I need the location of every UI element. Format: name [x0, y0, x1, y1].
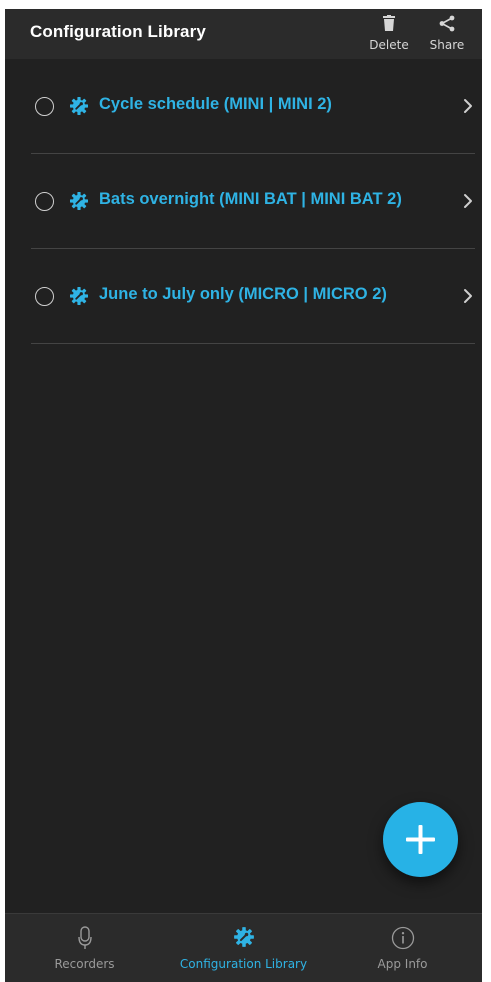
configuration-row[interactable]: June to July only (MICRO | MICRO 2): [5, 249, 482, 344]
config-gear-icon: [233, 927, 254, 947]
chevron-right-icon: [464, 99, 472, 113]
plus-icon: [406, 825, 435, 854]
chevron-right-icon: [464, 289, 472, 303]
nav-label-recorders: Recorders: [54, 957, 115, 971]
nav-item-recorders[interactable]: Recorders: [5, 914, 164, 982]
page-title: Configuration Library: [30, 22, 206, 41]
share-button[interactable]: Share: [423, 13, 471, 57]
nav-label-app-info: App Info: [377, 957, 428, 971]
share-icon: [439, 15, 455, 32]
select-radio[interactable]: [35, 192, 54, 211]
config-gear-icon: [70, 97, 88, 115]
config-gear-icon: [70, 192, 88, 210]
trash-icon: [383, 15, 395, 31]
microphone-icon: [77, 926, 92, 949]
select-radio[interactable]: [35, 97, 54, 116]
configuration-title: Bats overnight (MINI BAT | MINI BAT 2): [99, 190, 402, 208]
bottom-navigation: Recorders Configuration Library App Info: [5, 913, 482, 982]
app-screen: Configuration Library Delete Share Cycle…: [5, 9, 482, 982]
configuration-title: June to July only (MICRO | MICRO 2): [99, 285, 387, 303]
row-divider: [31, 343, 475, 344]
configuration-row[interactable]: Bats overnight (MINI BAT | MINI BAT 2): [5, 154, 482, 249]
nav-item-app-info[interactable]: App Info: [323, 914, 482, 982]
nav-item-configuration-library[interactable]: Configuration Library: [164, 914, 323, 982]
nav-label-configuration-library: Configuration Library: [179, 957, 308, 971]
config-gear-icon: [70, 287, 88, 305]
chevron-right-icon: [464, 194, 472, 208]
top-app-bar: Configuration Library Delete Share: [5, 9, 482, 59]
select-radio[interactable]: [35, 287, 54, 306]
info-icon: [391, 926, 414, 950]
delete-button[interactable]: Delete: [365, 13, 413, 57]
add-configuration-button[interactable]: [383, 802, 458, 877]
delete-label: Delete: [369, 38, 409, 52]
configuration-row[interactable]: Cycle schedule (MINI | MINI 2): [5, 59, 482, 154]
configuration-title: Cycle schedule (MINI | MINI 2): [99, 95, 332, 113]
share-label: Share: [429, 38, 465, 52]
